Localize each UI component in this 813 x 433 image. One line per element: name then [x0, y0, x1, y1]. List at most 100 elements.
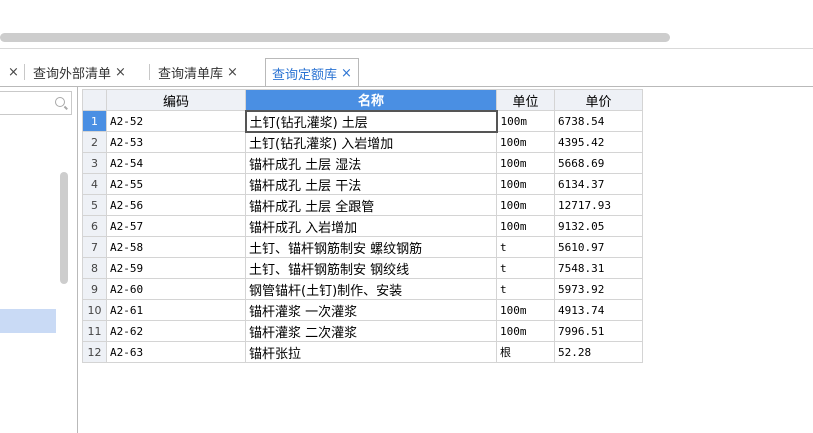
cell-name[interactable]: 土钉(钻孔灌浆) 入岩增加 — [245, 131, 497, 153]
row-number[interactable]: 4 — [82, 173, 107, 195]
cell-code[interactable]: A2-60 — [106, 278, 246, 300]
tab-separator — [24, 64, 25, 80]
cell-name[interactable]: 钢管锚杆(土钉)制作、安装 — [245, 278, 497, 300]
cell-price[interactable]: 7996.51 — [554, 320, 643, 342]
column-header-name[interactable]: 名称 — [245, 89, 497, 111]
cell-unit[interactable]: 100m — [496, 194, 555, 216]
close-icon[interactable]: × — [115, 65, 126, 80]
cell-code[interactable]: A2-57 — [106, 215, 246, 237]
table-header-row: 编码 名称 单位 单价 — [82, 89, 643, 111]
row-number[interactable]: 11 — [82, 320, 107, 342]
table-row[interactable]: 4 A2-55 锚杆成孔 土层 干法 100m 6134.37 — [82, 173, 643, 195]
cell-unit[interactable]: t — [496, 278, 555, 300]
row-number[interactable]: 10 — [82, 299, 107, 321]
vertical-scrollbar[interactable] — [60, 172, 68, 284]
tab-query-quota-library[interactable]: 查询定额库 × — [265, 58, 359, 87]
tab-separator — [149, 64, 150, 80]
cell-unit[interactable]: 100m — [496, 320, 555, 342]
tab-underline — [0, 86, 813, 87]
column-header-price[interactable]: 单价 — [554, 89, 643, 111]
cell-unit[interactable]: t — [496, 236, 555, 258]
row-number[interactable]: 3 — [82, 152, 107, 174]
cell-name[interactable]: 土钉、锚杆钢筋制安 螺纹钢筋 — [245, 236, 497, 258]
table-row[interactable]: 8 A2-59 土钉、锚杆钢筋制安 钢绞线 t 7548.31 — [82, 257, 643, 279]
cell-unit[interactable]: 100m — [496, 299, 555, 321]
cell-code[interactable]: A2-52 — [106, 110, 246, 132]
cell-unit[interactable]: 100m — [496, 215, 555, 237]
column-header-code[interactable]: 编码 — [106, 89, 246, 111]
table-row[interactable]: 2 A2-53 土钉(钻孔灌浆) 入岩增加 100m 4395.42 — [82, 131, 643, 153]
cell-unit[interactable]: 100m — [496, 173, 555, 195]
cell-price[interactable]: 4395.42 — [554, 131, 643, 153]
cell-name[interactable]: 锚杆成孔 土层 干法 — [245, 173, 497, 195]
search-icon[interactable] — [55, 97, 65, 107]
cell-code[interactable]: A2-53 — [106, 131, 246, 153]
cell-price[interactable]: 4913.74 — [554, 299, 643, 321]
cell-name[interactable]: 土钉(钻孔灌浆) 土层 — [244, 109, 498, 133]
cell-code[interactable]: A2-58 — [106, 236, 246, 258]
cell-code[interactable]: A2-63 — [106, 341, 246, 363]
close-icon[interactable]: × — [341, 66, 352, 81]
cell-name[interactable]: 锚杆成孔 土层 全跟管 — [245, 194, 497, 216]
cell-code[interactable]: A2-62 — [106, 320, 246, 342]
table-row[interactable]: 10 A2-61 锚杆灌浆 一次灌浆 100m 4913.74 — [82, 299, 643, 321]
close-icon[interactable]: × — [8, 65, 19, 80]
table-row[interactable]: 7 A2-58 土钉、锚杆钢筋制安 螺纹钢筋 t 5610.97 — [82, 236, 643, 258]
cell-unit[interactable]: 100m — [496, 152, 555, 174]
quota-table: 编码 名称 单位 单价 1 A2-52 土钉(钻孔灌浆) 土层 100m 6738.54… — [82, 89, 643, 363]
table-row[interactable]: 12 A2-63 锚杆张拉根 52.28 — [82, 341, 643, 363]
table-row[interactable]: 6 A2-57 锚杆成孔 入岩增加 100m 9132.05 — [82, 215, 643, 237]
row-number[interactable]: 5 — [82, 194, 107, 216]
cell-price[interactable]: 7548.31 — [554, 257, 643, 279]
cell-name[interactable]: 锚杆张拉 — [245, 341, 497, 363]
cell-name[interactable]: 锚杆灌浆 二次灌浆 — [245, 320, 497, 342]
cell-name[interactable]: 锚杆灌浆 一次灌浆 — [245, 299, 497, 321]
cell-price[interactable]: 5668.69 — [554, 152, 643, 174]
row-number[interactable]: 12 — [82, 341, 107, 363]
cell-price[interactable]: 12717.93 — [554, 194, 643, 216]
table-row[interactable]: 11 A2-62 锚杆灌浆 二次灌浆 100m 7996.51 — [82, 320, 643, 342]
cell-code[interactable]: A2-54 — [106, 152, 246, 174]
cell-price[interactable]: 5610.97 — [554, 236, 643, 258]
row-number[interactable]: 7 — [82, 236, 107, 258]
cell-price[interactable]: 6738.54 — [554, 110, 643, 132]
row-number[interactable]: 2 — [82, 131, 107, 153]
cell-price[interactable]: 5973.92 — [554, 278, 643, 300]
tab-bar: × 查询外部清单 × 查询清单库 × 查询定额库 × — [0, 58, 813, 87]
corner-cell — [82, 89, 107, 111]
cell-name[interactable]: 土钉、锚杆钢筋制安 钢绞线 — [245, 257, 497, 279]
cell-name[interactable]: 锚杆成孔 土层 湿法 — [245, 152, 497, 174]
cell-code[interactable]: A2-59 — [106, 257, 246, 279]
row-number[interactable]: 6 — [82, 215, 107, 237]
cell-unit[interactable]: 100m — [496, 110, 555, 132]
cell-unit[interactable]: 100m — [496, 131, 555, 153]
cell-unit[interactable]: t — [496, 257, 555, 279]
horizontal-scrollbar[interactable] — [0, 33, 670, 42]
cell-name[interactable]: 锚杆成孔 入岩增加 — [245, 215, 497, 237]
cell-code[interactable]: A2-56 — [106, 194, 246, 216]
table-row[interactable]: 5 A2-56 锚杆成孔 土层 全跟管 100m 12717.93 — [82, 194, 643, 216]
cell-code[interactable]: A2-55 — [106, 173, 246, 195]
table-row[interactable]: 3 A2-54 锚杆成孔 土层 湿法 100m 5668.69 — [82, 152, 643, 174]
cell-code[interactable]: A2-61 — [106, 299, 246, 321]
cell-price[interactable]: 9132.05 — [554, 215, 643, 237]
row-number[interactable]: 8 — [82, 257, 107, 279]
close-icon[interactable]: × — [227, 65, 238, 80]
tab-label: 查询定额库 — [272, 67, 338, 83]
cell-price[interactable]: 52.28 — [554, 341, 643, 363]
tab-close-previous[interactable]: × — [4, 58, 19, 86]
column-header-unit[interactable]: 单位 — [496, 89, 555, 111]
tab-label: 查询清单库 — [158, 66, 224, 82]
tab-query-list-library[interactable]: 查询清单库 × — [158, 58, 238, 86]
search-input[interactable] — [0, 91, 72, 115]
cell-price[interactable]: 6134.37 — [554, 173, 643, 195]
row-number[interactable]: 9 — [82, 278, 107, 300]
table-row[interactable]: 9 A2-60 钢管锚杆(土钉)制作、安装 t 5973.92 — [82, 278, 643, 300]
tab-label: 查询外部清单 — [33, 66, 112, 82]
divider — [0, 48, 813, 49]
cell-unit[interactable]: 根 — [496, 341, 555, 363]
tree-item-selected[interactable] — [0, 309, 56, 333]
tab-query-external-list[interactable]: 查询外部清单 × — [33, 58, 126, 86]
table-row[interactable]: 1 A2-52 土钉(钻孔灌浆) 土层 100m 6738.54 — [82, 109, 643, 133]
row-number[interactable]: 1 — [82, 110, 107, 132]
